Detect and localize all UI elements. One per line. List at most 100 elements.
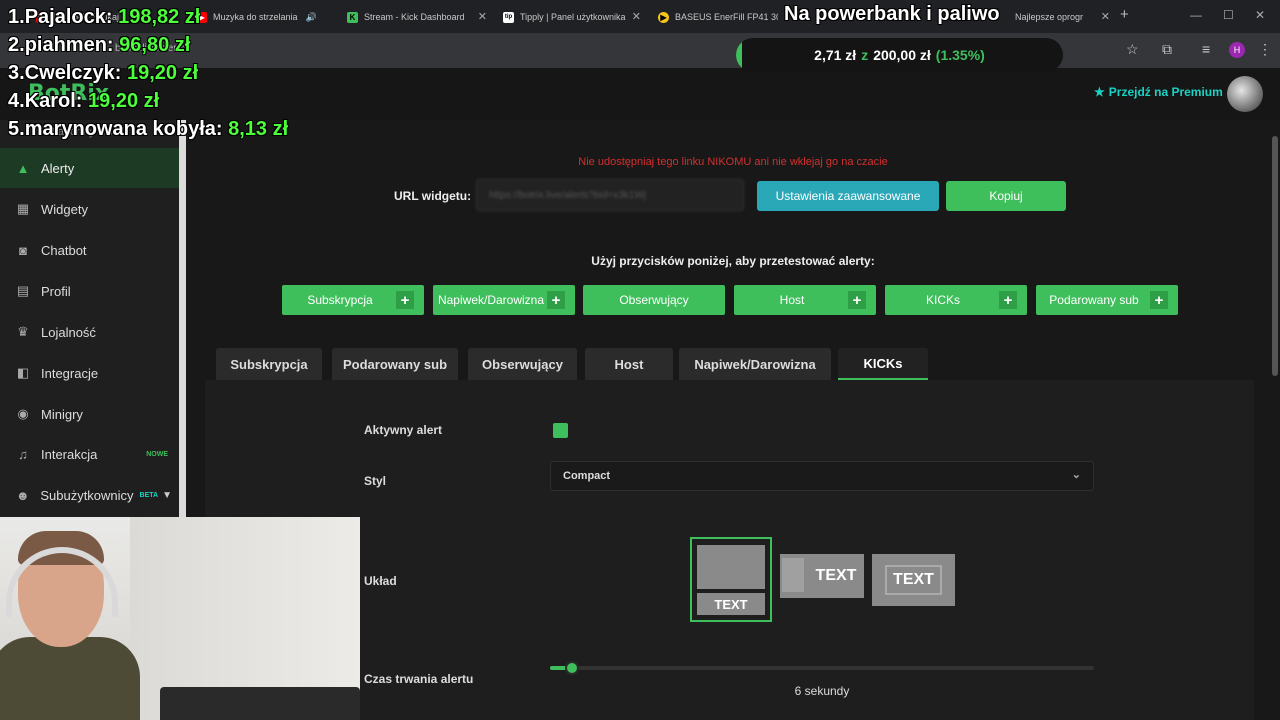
profile-avatar[interactable]: H <box>1229 42 1245 58</box>
sidebar-item-profil[interactable]: ▤ Profil <box>0 271 180 311</box>
style-select[interactable]: Compact ⌄ <box>550 461 1094 491</box>
star-icon: ★ <box>1094 85 1105 99</box>
test-button-label: Obserwujący <box>619 293 689 307</box>
layout-label: Układ <box>364 574 397 588</box>
sidebar-item-integracje[interactable]: ◧ Integracje <box>0 353 180 393</box>
active-alert-label: Aktywny alert <box>364 423 443 437</box>
close-icon[interactable]: ✕ <box>478 10 487 23</box>
browser-tab[interactable]: K Stream - Kick Dashboard ✕ <box>347 6 487 28</box>
sidebar-item-widgety[interactable]: ▦ Widgety <box>0 189 180 229</box>
sidebar-scrollbar[interactable] <box>179 120 186 520</box>
leaderboard-row: 1.Pajalock: 198,82 zł <box>8 6 288 34</box>
sidebar-item-chatbot[interactable]: ◙ Chatbot <box>0 230 180 270</box>
rank: 3. <box>8 62 25 84</box>
premium-link[interactable]: ★ Przejdź na Premium <box>1094 85 1223 99</box>
donation-goal-bar: 2,71 zł z 200,00 zł (1.35%) <box>736 38 1063 72</box>
chevron-down-icon: ⌄ <box>1071 469 1081 481</box>
sidebar-item-subuzytkownicy[interactable]: ☻ Subużytkownicy BETA ▼ <box>0 475 180 515</box>
tab-subskrypcja[interactable]: Subskrypcja <box>216 348 322 380</box>
close-icon[interactable]: ✕ <box>632 10 641 23</box>
new-tab-icon[interactable]: + <box>1120 6 1129 23</box>
goal-connector: z <box>861 47 869 63</box>
extensions-icon[interactable]: ⧉ <box>1162 41 1172 58</box>
screen: ▶ Pajalock: Szukaj ▶ Muzyka do strzelani… <box>0 0 1280 720</box>
maximize-icon[interactable]: ☐ <box>1223 8 1234 22</box>
layout-option-text: TEXT <box>815 567 857 584</box>
page-scrollbar[interactable] <box>1272 136 1278 376</box>
leaderboard-row: 5.marynowana kobyła: 8,13 zł <box>8 118 288 146</box>
reading-list-icon[interactable]: ≡ <box>1202 41 1210 57</box>
sidebar-item-lojalnosc[interactable]: ♛ Lojalność <box>0 312 180 352</box>
goal-percent: (1.35%) <box>935 47 985 63</box>
tipply-icon: tip <box>503 11 514 23</box>
copy-button[interactable]: Kopiuj <box>946 181 1066 211</box>
tab-label: Najlepsze oprogr <box>1015 12 1084 22</box>
image-placeholder-icon <box>782 558 804 592</box>
minimize-icon[interactable]: — <box>1190 8 1202 22</box>
webcam-person-body <box>0 637 140 720</box>
music-note-icon: ♫ <box>18 446 28 462</box>
tab-obserwujacy[interactable]: Obserwujący <box>468 348 577 380</box>
plus-icon: + <box>547 291 565 309</box>
sidebar-item-label: Minigry <box>41 406 83 422</box>
close-icon[interactable]: ✕ <box>1101 10 1110 23</box>
tab-napiwek[interactable]: Napiwek/Darowizna <box>679 348 831 380</box>
layout-option-image-left[interactable]: TEXT <box>780 554 864 598</box>
layout-option-text: TEXT <box>885 565 942 595</box>
goal-target: 200,00 zł <box>873 47 931 63</box>
leaderboard-row: 4.Karol: 19,20 zł <box>8 90 288 118</box>
plus-icon: + <box>848 291 866 309</box>
puzzle-icon: ◧ <box>16 365 30 380</box>
duration-label: Czas trwania alertu <box>364 672 474 686</box>
browser-tab[interactable]: Najlepsze oprogr ✕ <box>1015 6 1110 28</box>
tab-kicks[interactable]: KICKs <box>838 348 928 380</box>
sidebar-item-label: Lojalność <box>41 324 96 340</box>
sidebar-item-alerty[interactable]: ▲ Alerty <box>0 148 180 188</box>
webcam-sofa <box>160 687 360 720</box>
active-alert-checkbox[interactable] <box>553 423 568 438</box>
test-tip-button[interactable]: Napiwek/Darowizna + <box>433 285 575 315</box>
speaker-icon[interactable]: 🔊 <box>306 12 317 23</box>
layout-option-image-behind[interactable]: TEXT <box>872 554 955 606</box>
url-warning: Nie udostępniaj tego linku NIKOMU ani ni… <box>578 156 888 168</box>
sidebar-item-minigry[interactable]: ◉ Minigry <box>0 394 180 434</box>
donation-amount: 198,82 zł <box>118 6 201 28</box>
id-card-icon: ▤ <box>16 283 30 298</box>
test-subscription-button[interactable]: Subskrypcja + <box>282 285 424 315</box>
webcam-feed <box>0 517 360 720</box>
chevron-down-icon[interactable]: ▼ <box>162 490 172 501</box>
rank: 4. <box>8 90 25 112</box>
window-close-icon[interactable]: ✕ <box>1255 8 1265 22</box>
image-placeholder-icon <box>697 545 765 589</box>
user-avatar[interactable] <box>1227 76 1263 112</box>
goal-text: 2,71 zł z 200,00 zł (1.35%) <box>736 38 1063 72</box>
duration-slider[interactable] <box>550 661 1094 675</box>
browser-tab[interactable]: tip Tipply | Panel użytkownika ✕ <box>503 6 641 28</box>
test-host-button[interactable]: Host + <box>734 285 876 315</box>
tab-host[interactable]: Host <box>585 348 673 380</box>
browser-tab[interactable]: ▶ BASEUS EnerFill FP41 300 <box>658 6 778 28</box>
rank: 1. <box>8 6 25 28</box>
rank: 5. <box>8 118 25 140</box>
tab-podarowany-sub[interactable]: Podarowany sub <box>332 348 458 380</box>
layout-option-image-top[interactable]: TEXT <box>690 537 772 622</box>
test-gifted-sub-button[interactable]: Podarowany sub + <box>1036 285 1178 315</box>
test-follow-button[interactable]: Obserwujący <box>583 285 725 315</box>
sidebar-item-label: Widgety <box>41 201 88 217</box>
test-button-label: KICKs <box>925 293 960 307</box>
alert-triangle-icon: ▲ <box>16 160 30 176</box>
widget-url-field[interactable]: https://botrix.live/alerts?bid=x3k1Wj <box>476 179 744 211</box>
donation-amount: 19,20 zł <box>88 90 160 112</box>
sidebar-item-interakcja[interactable]: ♫ Interakcja NOWE <box>0 434 180 474</box>
grid-icon: ▦ <box>16 201 30 216</box>
bookmark-star-icon[interactable]: ☆ <box>1126 41 1139 58</box>
menu-icon[interactable]: ⋮ <box>1258 41 1272 58</box>
test-button-label: Napiwek/Darowizna <box>437 293 545 307</box>
advanced-settings-button[interactable]: Ustawienia zaawansowane <box>757 181 939 211</box>
new-badge: NOWE <box>146 450 168 458</box>
tip-leaderboard: 1.Pajalock: 198,82 zł 2.piahmen: 96,80 z… <box>8 6 288 146</box>
sidebar-item-label: Interakcja <box>41 446 98 462</box>
test-kicks-button[interactable]: KICKs + <box>885 285 1027 315</box>
tab-label: Tipply | Panel użytkownika <box>520 12 626 22</box>
donation-amount: 96,80 zł <box>119 34 191 56</box>
